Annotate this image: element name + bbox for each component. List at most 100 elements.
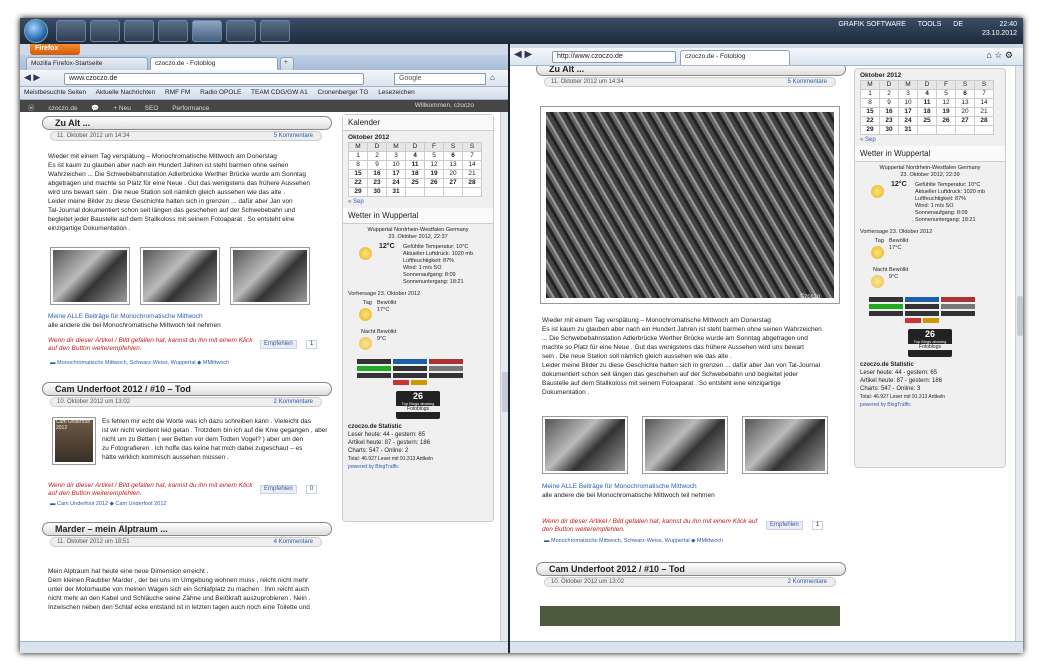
blog-badge[interactable] — [429, 359, 463, 364]
blog-badge[interactable] — [393, 380, 409, 385]
wp-welcome[interactable]: Willkommen, czoczo — [415, 102, 474, 109]
tab-fotoblog[interactable]: czoczo.de - Fotoblog — [150, 57, 278, 70]
wp-site[interactable]: czoczo.de — [48, 105, 77, 112]
post-thumbnail[interactable] — [542, 416, 628, 474]
blog-badge[interactable] — [869, 297, 903, 302]
start-orb-icon[interactable] — [24, 19, 48, 43]
post-title[interactable]: Cam Underfoot 2012 / #10 – Tod — [42, 382, 332, 396]
category-links[interactable]: Cam Underfoot 2012 — [57, 501, 108, 507]
comments-link[interactable]: 2 Kommentare — [788, 579, 827, 585]
scrollbar[interactable] — [500, 112, 508, 641]
prev-month-link[interactable]: « Sep — [343, 198, 493, 206]
home-icon[interactable]: ⌂ ☆ ⚙ — [986, 50, 1013, 61]
cal-day[interactable]: 23 — [879, 116, 899, 126]
cal-day[interactable]: 24 — [386, 178, 406, 188]
cal-day[interactable]: 30 — [879, 125, 899, 135]
cal-day[interactable]: 23 — [367, 178, 387, 188]
toolbar-tools[interactable]: TOOLS — [918, 21, 942, 28]
tab-fotoblog[interactable]: czoczo.de - Fotoblog — [680, 50, 790, 65]
blog-badge[interactable] — [905, 318, 921, 323]
blog-badge[interactable] — [905, 311, 939, 316]
more-link[interactable]: Meine ALLE Beiträge für Monochromatische… — [48, 312, 338, 321]
post-photo[interactable] — [540, 106, 840, 304]
cal-day[interactable]: 16 — [367, 169, 387, 179]
bookmark-item[interactable]: Radio OPOLE — [200, 89, 241, 96]
blog-badge[interactable] — [411, 380, 427, 385]
cal-day[interactable]: 25 — [917, 116, 937, 126]
blog-badge[interactable] — [393, 366, 427, 371]
post-title[interactable]: Zu Alt ... — [42, 116, 332, 130]
bookmark-item[interactable]: TEAM CDG/GW A1 — [251, 89, 308, 96]
cal-day[interactable]: 27 — [955, 116, 975, 126]
category-links[interactable]: Monochromatische Mittwoch, Schwarz-Weiss… — [551, 538, 690, 544]
cal-day[interactable]: 17 — [386, 169, 406, 179]
wp-new[interactable]: + Neu — [113, 105, 131, 112]
tag-link[interactable]: MMittwoch — [697, 538, 723, 544]
cal-day[interactable]: 19 — [424, 169, 444, 179]
cal-day[interactable]: 15 — [860, 107, 880, 117]
blog-badge[interactable] — [429, 366, 463, 371]
bookmark-item[interactable]: Lesezeichen — [378, 89, 415, 96]
wp-seo[interactable]: SEO — [145, 105, 159, 112]
media-player-icon[interactable] — [56, 20, 86, 42]
ie-icon[interactable] — [260, 20, 290, 42]
cal-day[interactable]: 15 — [348, 169, 368, 179]
cal-day[interactable]: 18 — [405, 169, 425, 179]
cal-day[interactable]: 4 — [405, 151, 425, 161]
wp-logo-icon[interactable]: ⓦ — [28, 105, 35, 112]
more-link[interactable]: alle andere die bei Monochromatische Mit… — [542, 491, 862, 500]
more-link[interactable]: Meine ALLE Beiträge für Monochromatische… — [542, 482, 862, 491]
comments-link[interactable]: 5 Kommentare — [274, 133, 313, 139]
comments-link[interactable]: 5 Kommentare — [788, 79, 827, 85]
post-title[interactable]: Zu Alt ... — [536, 66, 846, 76]
cal-day[interactable]: 16 — [879, 107, 899, 117]
blog-badge[interactable] — [357, 366, 391, 371]
firefox-menu-button[interactable]: Firefox — [30, 44, 80, 55]
scrollbar[interactable] — [1015, 66, 1023, 641]
comments-link[interactable]: 4 Kommentare — [274, 539, 313, 545]
clock[interactable]: 22:40 23.10.2012 — [982, 20, 1017, 38]
bookmark-item[interactable]: Meistbesuchte Seiten — [24, 89, 86, 96]
post-thumbnail[interactable] — [50, 247, 130, 305]
app2-icon[interactable] — [158, 20, 188, 42]
back-icon[interactable]: ◀ ▶ — [514, 49, 532, 60]
post-photo-partial[interactable] — [540, 606, 840, 626]
cal-day[interactable]: 31 — [386, 187, 406, 197]
cal-day[interactable]: 27 — [443, 178, 463, 188]
cal-day[interactable]: 25 — [405, 178, 425, 188]
post-thumbnail[interactable] — [742, 416, 828, 474]
firefox-taskbar-icon[interactable] — [192, 20, 222, 42]
more-link[interactable]: alle andere die bei Monochromatische Mit… — [48, 321, 338, 330]
blog-badge[interactable] — [941, 311, 975, 316]
cal-day[interactable]: 26 — [936, 116, 956, 126]
wp-perf[interactable]: Performance — [172, 105, 209, 112]
facebook-like-button[interactable]: Empfehlen — [766, 521, 803, 530]
tag-link[interactable]: MMittwoch — [203, 360, 229, 366]
language-indicator[interactable]: DE — [953, 21, 963, 28]
post-thumbnail[interactable] — [140, 247, 220, 305]
blog-badge[interactable] — [429, 373, 463, 378]
blog-badge[interactable] — [357, 359, 391, 364]
search-input[interactable]: Google — [394, 73, 486, 85]
blog-badge[interactable] — [941, 304, 975, 309]
cal-day[interactable]: 17 — [898, 107, 918, 117]
blog-badge[interactable] — [941, 297, 975, 302]
tab-firefox-start[interactable]: Mozilla Firefox-Startseite — [26, 57, 148, 70]
post-thumbnail[interactable] — [230, 247, 310, 305]
cal-day[interactable]: 29 — [860, 125, 880, 135]
new-tab-button[interactable]: + — [280, 57, 294, 70]
cal-day[interactable]: 31 — [898, 125, 918, 135]
tag-link[interactable]: Cam Underfoot 2012 — [115, 501, 166, 507]
facebook-like-button[interactable]: Empfehlen — [260, 340, 297, 349]
blog-badge[interactable] — [905, 297, 939, 302]
blog-badge[interactable] — [869, 311, 903, 316]
facebook-like-button[interactable]: Empfehlen — [260, 485, 297, 494]
rank-widget[interactable]: 26 Top Blogs abusing Fotoblogs — [396, 391, 440, 419]
cal-day[interactable]: 22 — [860, 116, 880, 126]
thunderbird-icon[interactable] — [226, 20, 256, 42]
blog-badge[interactable] — [923, 318, 939, 323]
cal-day[interactable]: 11 — [917, 98, 937, 108]
home-icon[interactable]: ⌂ — [490, 73, 495, 82]
cal-day[interactable]: 19 — [936, 107, 956, 117]
cal-day[interactable]: 22 — [348, 178, 368, 188]
